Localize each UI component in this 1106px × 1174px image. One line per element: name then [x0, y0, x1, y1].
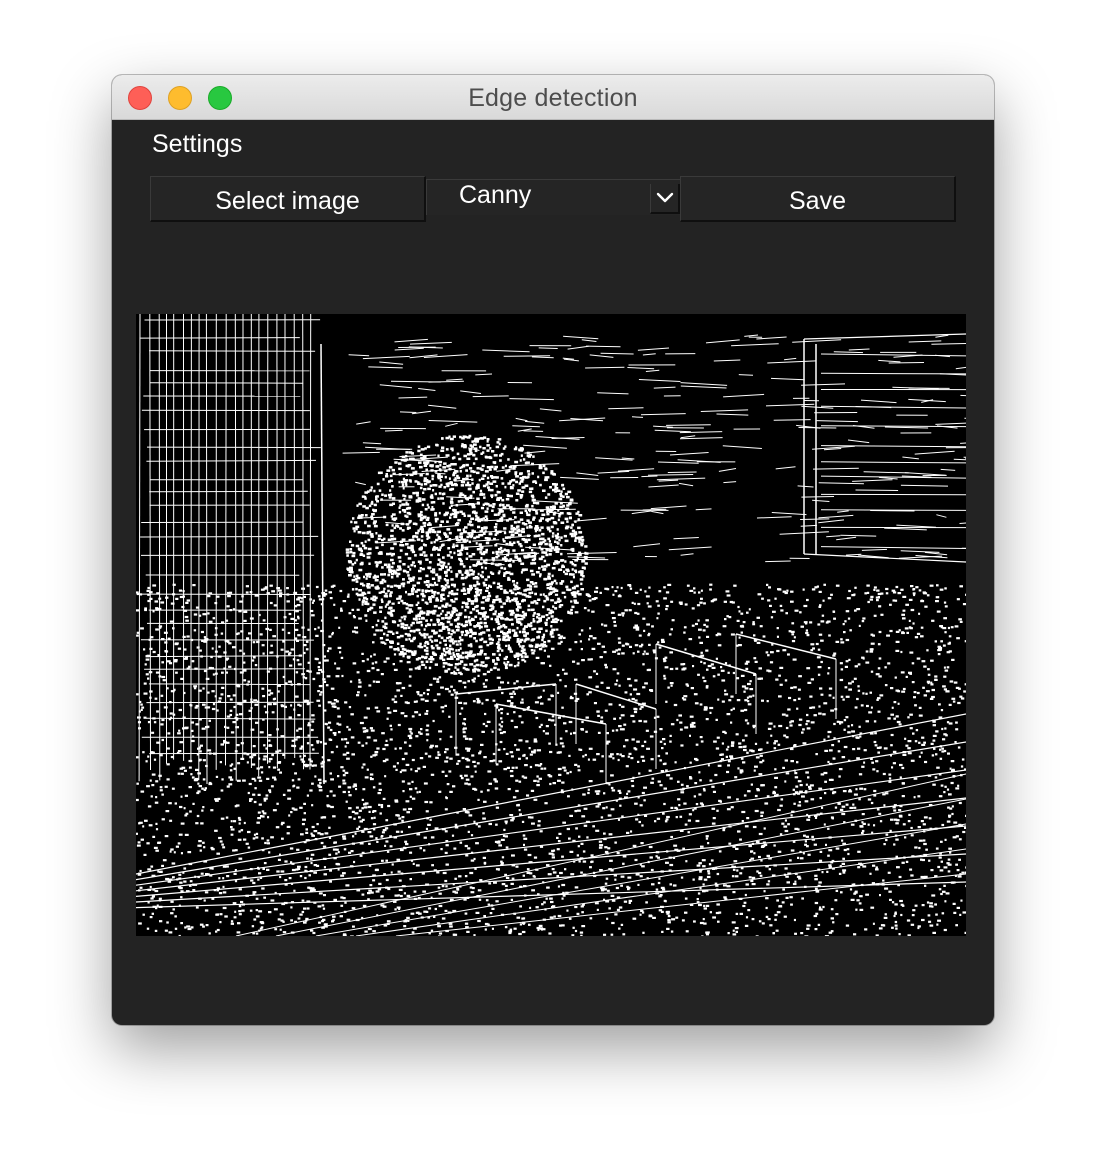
toolbar: Select image Canny Save [150, 176, 956, 224]
method-dropdown[interactable]: Canny [426, 179, 680, 215]
settings-menu[interactable]: Settings [152, 130, 242, 159]
save-button[interactable]: Save [680, 176, 956, 222]
method-dropdown-value: Canny [459, 181, 532, 209]
dropdown-arrow-button[interactable] [650, 184, 680, 214]
edge-detected-image [136, 314, 966, 936]
desktop: Edge detection Settings Select image Can… [0, 0, 1106, 1174]
chevron-down-icon [656, 192, 674, 203]
select-image-button[interactable]: Select image [150, 176, 426, 222]
app-window: Edge detection Settings Select image Can… [112, 75, 994, 1025]
edge-strokes [136, 314, 966, 936]
window-title: Edge detection [468, 84, 638, 112]
edge-image-canvas [136, 314, 966, 936]
title-bar[interactable]: Edge detection [112, 75, 994, 120]
